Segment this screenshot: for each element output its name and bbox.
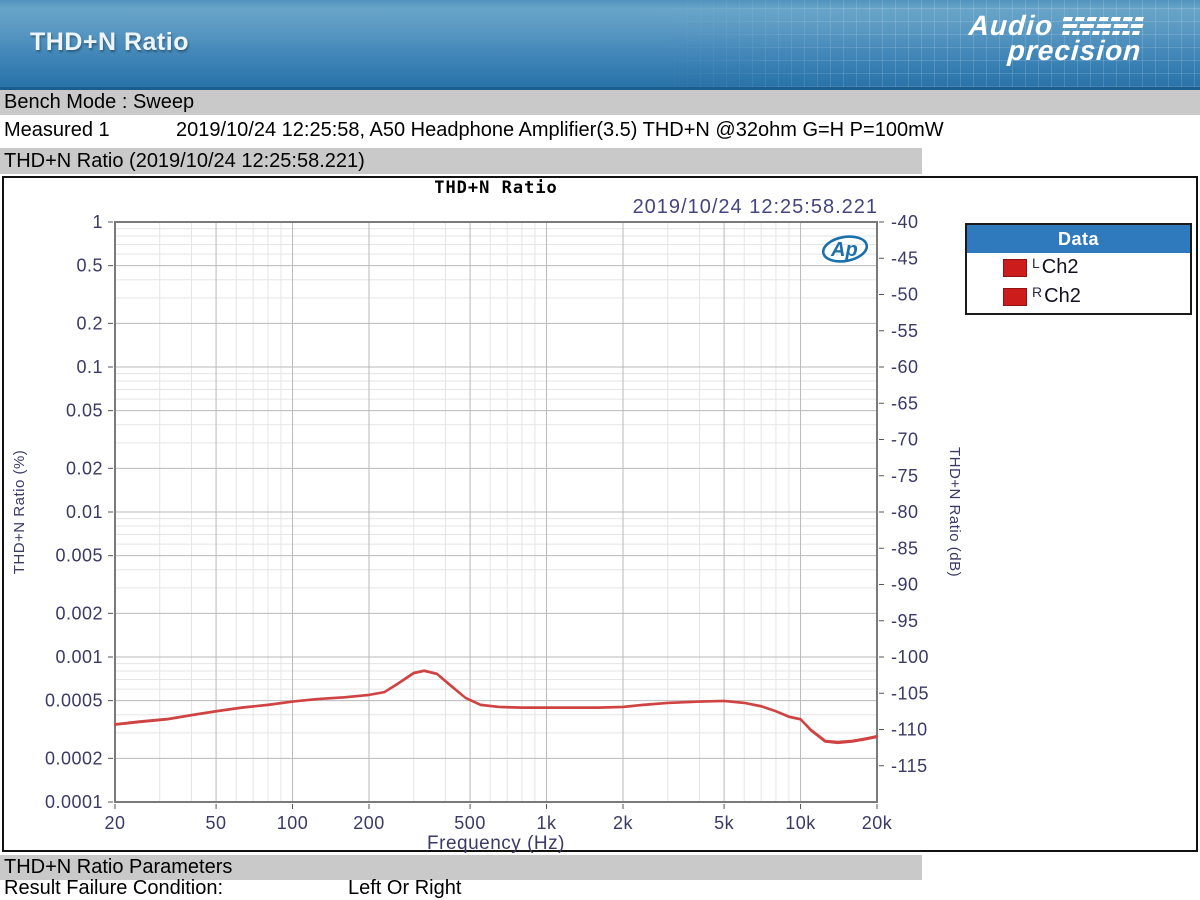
measured-text: 2019/10/24 12:25:58, A50 Headphone Ampli…	[176, 119, 944, 142]
legend-channel-letter: L	[1032, 255, 1040, 271]
measured-label: Measured 1	[4, 119, 176, 142]
measured-row: Measured 1 2019/10/24 12:25:58, A50 Head…	[4, 115, 1194, 145]
chart-title: THD+N Ratio	[0, 178, 992, 198]
legend-swatch-left	[1003, 259, 1027, 277]
app-header: THD+N Ratio Audio precision	[0, 0, 1200, 90]
section-title-bar: THD+N Ratio (2019/10/24 12:25:58.221)	[0, 148, 922, 174]
audio-precision-logo: Audio precision	[966, 12, 1144, 64]
ap-logo-icon: Ap	[820, 232, 870, 273]
result-label: Result Failure Condition:	[4, 877, 348, 900]
legend-header: Data	[967, 225, 1190, 253]
legend-item-right-ch2: R Ch2	[967, 282, 1190, 311]
report-page: THD+N Ratio Audio precision Bench Mode :…	[0, 0, 1200, 900]
legend: Data L Ch2 R Ch2	[965, 223, 1192, 315]
result-row: Result Failure Condition: Left Or Right	[4, 877, 1194, 900]
legend-swatch-right	[1003, 288, 1027, 306]
legend-channel-letter: R	[1032, 284, 1042, 300]
bench-mode-bar: Bench Mode : Sweep	[0, 90, 1200, 115]
logo-word-precision: precision	[966, 38, 1142, 64]
svg-text:Ap: Ap	[830, 239, 858, 261]
page-title: THD+N Ratio	[30, 28, 189, 57]
logo-bars-icon	[1062, 17, 1143, 35]
legend-item-left-ch2: L Ch2	[967, 253, 1190, 282]
chart-timestamp: 2019/10/24 12:25:58.221	[500, 196, 878, 219]
result-value: Left Or Right	[348, 877, 461, 900]
